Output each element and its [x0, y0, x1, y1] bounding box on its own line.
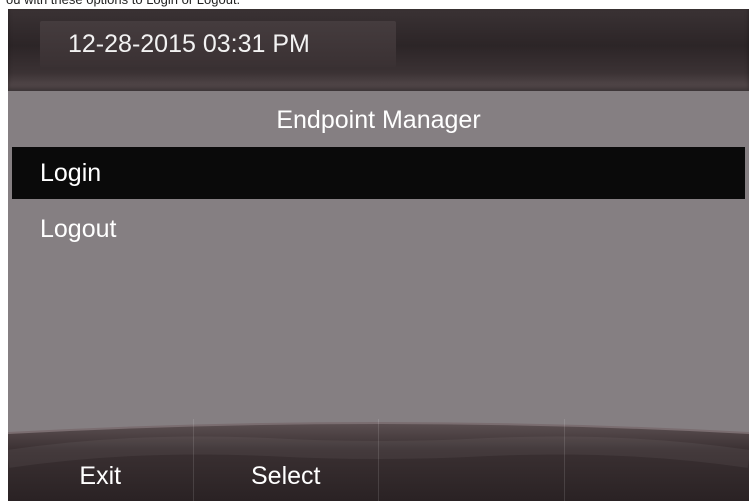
softkeys: Exit Select [8, 419, 749, 501]
menu-item-label: Login [40, 159, 102, 187]
softkey-label: Exit [79, 462, 122, 490]
softkey-label [565, 461, 749, 491]
softkey-4[interactable] [565, 419, 749, 501]
softkey-exit[interactable]: Exit [8, 419, 194, 501]
softkey-3[interactable] [379, 419, 565, 501]
menu-list: Login Logout [12, 147, 745, 259]
phone-screen: 12-28-2015 03:31 PM Endpoint Manager Log… [8, 9, 749, 501]
softkey-select[interactable]: Select [194, 419, 379, 501]
status-bar: 12-28-2015 03:31 PM [8, 9, 749, 91]
menu-item-login[interactable]: Login [12, 147, 745, 199]
datetime-label: 12-28-2015 03:31 PM [68, 30, 310, 58]
datetime-box: 12-28-2015 03:31 PM [40, 21, 396, 67]
softkey-bar: Exit Select [8, 419, 749, 501]
screen-title: Endpoint Manager [276, 106, 481, 134]
menu-item-label: Logout [40, 215, 117, 243]
softkey-label: Select [251, 462, 321, 490]
caption-text: ou with these options to Login or Logout… [0, 0, 749, 9]
menu-item-logout[interactable]: Logout [12, 203, 745, 255]
softkey-label [379, 461, 564, 491]
